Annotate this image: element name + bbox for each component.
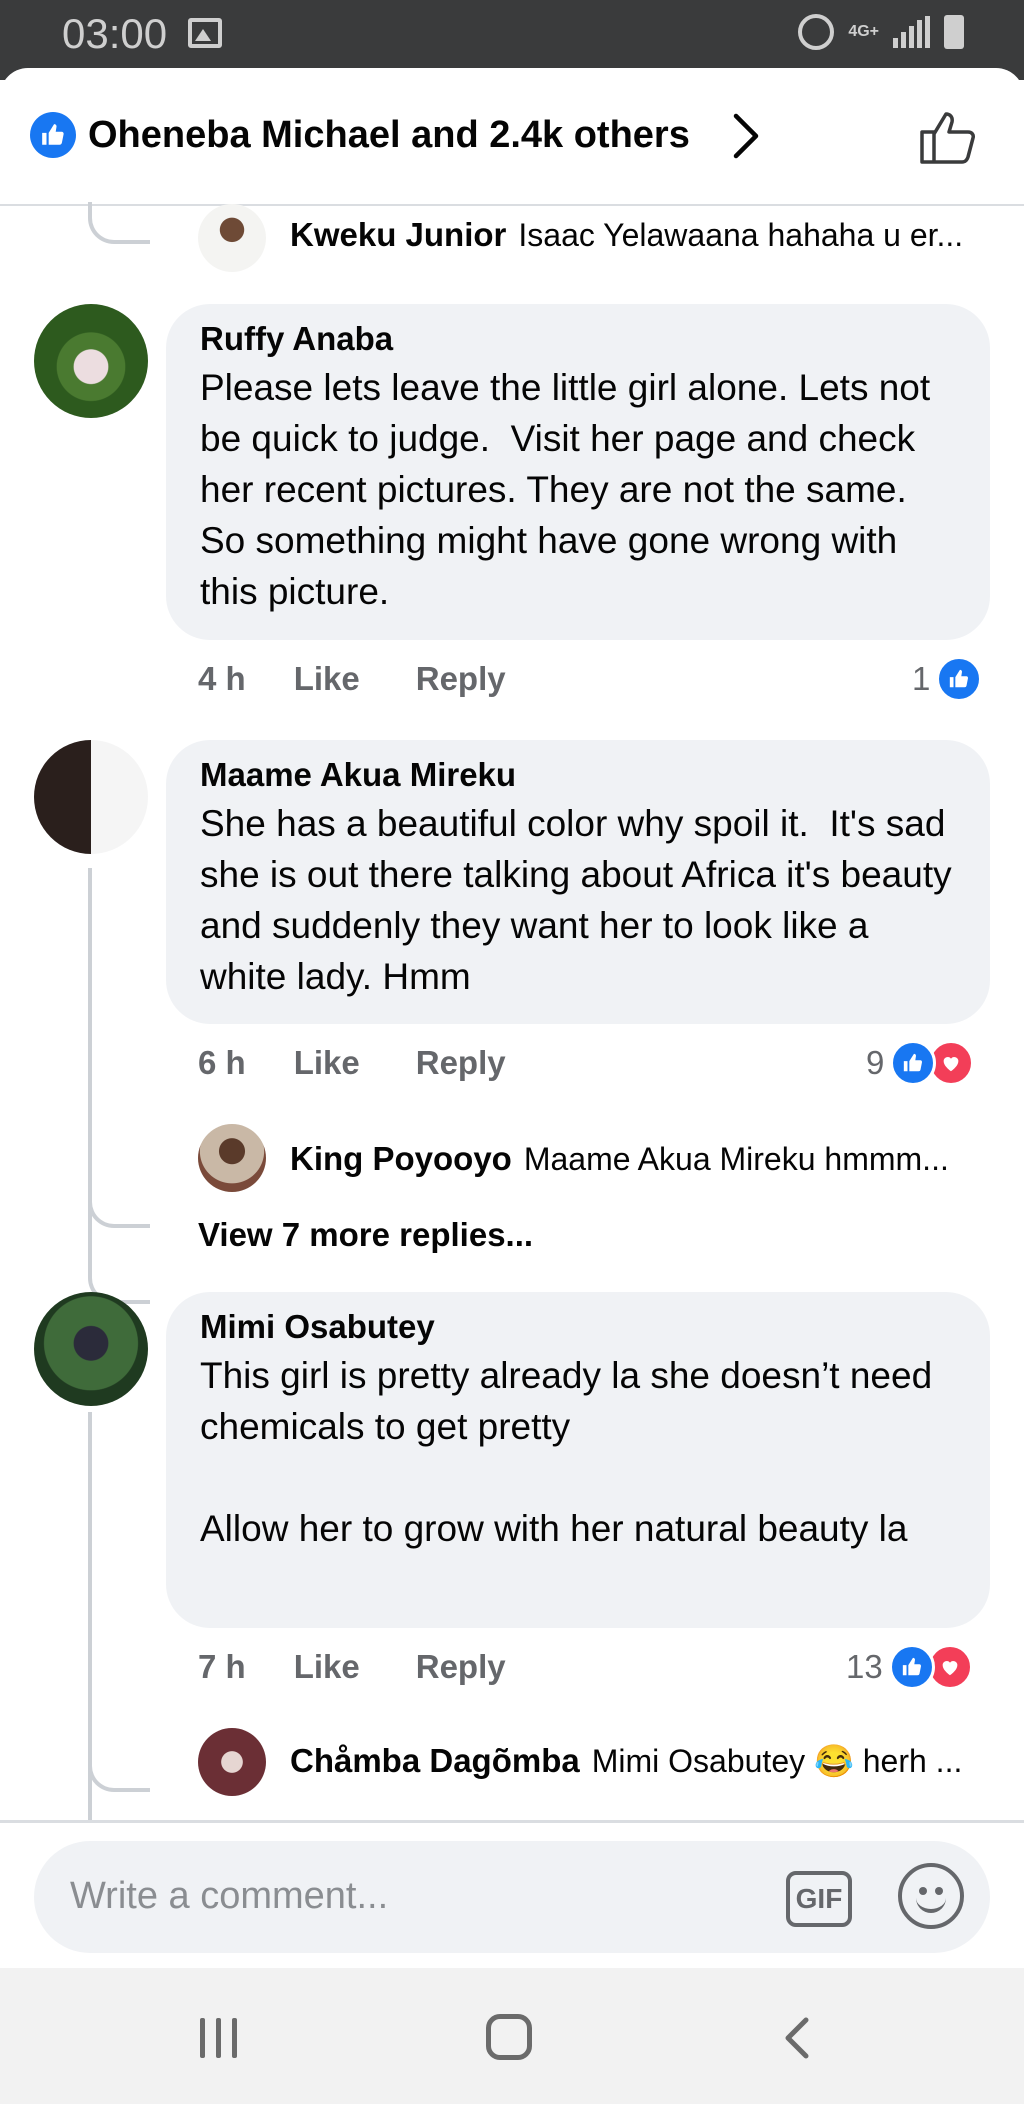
chevron-right-icon[interactable] xyxy=(728,112,764,165)
alarm-icon xyxy=(798,14,835,50)
reactions-header: Oheneba Michael and 2.4k others xyxy=(0,68,1024,206)
comment-text: She has a beautiful color why spoil it. … xyxy=(200,803,962,997)
comment-composer: Write a comment... GIF xyxy=(0,1820,1024,1968)
like-reaction-icon xyxy=(936,656,983,702)
comment-author[interactable]: Ruffy Anaba xyxy=(200,320,956,358)
reply-button[interactable]: Reply xyxy=(416,660,506,698)
reaction-summary[interactable]: 1 xyxy=(912,656,983,702)
comment-actions: 7 h Like Reply xyxy=(198,1648,506,1686)
avatar[interactable] xyxy=(198,204,266,272)
comment-bubble[interactable]: Ruffy Anaba Please lets leave the little… xyxy=(166,304,990,640)
avatar[interactable] xyxy=(198,1728,266,1796)
signal-icon xyxy=(893,16,930,48)
like-badge-icon xyxy=(30,112,76,158)
comment-text: Please lets leave the little girl alone.… xyxy=(200,367,941,612)
reaction-count: 13 xyxy=(846,1648,883,1685)
reactions-summary-link[interactable]: Oheneba Michael and 2.4k others xyxy=(88,114,690,157)
reply-text: Mimi Osabutey 😂 herh ... xyxy=(591,1743,963,1779)
back-icon[interactable] xyxy=(782,2016,812,2065)
reply-author[interactable]: Chåmba Dagõmba xyxy=(290,1742,580,1780)
battery-icon xyxy=(944,15,964,49)
reaction-summary[interactable]: 13 xyxy=(846,1644,973,1690)
home-icon[interactable] xyxy=(486,2014,532,2060)
thread-connector xyxy=(88,1748,150,1792)
comment-bubble[interactable]: Mimi Osabutey This girl is pretty alread… xyxy=(166,1292,990,1628)
reply-author[interactable]: King Poyooyo xyxy=(290,1140,512,1178)
avatar[interactable] xyxy=(34,1292,148,1406)
reply-text: Maame Akua Mireku hmmm... xyxy=(523,1140,949,1177)
reply-button[interactable]: Reply xyxy=(416,1648,506,1686)
thumbs-up-icon[interactable] xyxy=(918,106,978,171)
comment-actions: 4 h Like Reply xyxy=(198,660,506,698)
avatar[interactable] xyxy=(198,1124,266,1192)
thread-connector xyxy=(88,202,150,244)
avatar[interactable] xyxy=(34,740,148,854)
emoji-icon[interactable] xyxy=(898,1863,964,1929)
reply-preview[interactable]: Chåmba Dagõmba Mimi Osabutey 😂 herh ... xyxy=(290,1742,962,1780)
comment-time: 7 h xyxy=(198,1648,246,1685)
reply-preview[interactable]: King Poyooyo Maame Akua Mireku hmmm... xyxy=(290,1140,949,1178)
recent-apps-icon[interactable] xyxy=(200,2018,237,2058)
comment-input-placeholder: Write a comment... xyxy=(70,1875,389,1917)
thread-connector xyxy=(88,1148,150,1228)
reaction-count: 9 xyxy=(866,1044,885,1081)
gallery-notification-icon xyxy=(188,18,222,48)
reply-text: Isaac Yelawaana hahaha u er... xyxy=(518,216,964,253)
reaction-summary[interactable]: 9 xyxy=(866,1040,975,1086)
gif-icon[interactable]: GIF xyxy=(786,1871,852,1927)
comment-input[interactable]: Write a comment... GIF xyxy=(34,1841,990,1953)
like-button[interactable]: Like xyxy=(294,1044,360,1082)
reply-button[interactable]: Reply xyxy=(416,1044,506,1082)
reply-author[interactable]: Kweku Junior xyxy=(290,216,506,254)
system-nav-bar xyxy=(0,1968,1024,2104)
status-time: 03:00 xyxy=(62,10,168,57)
comment-bubble[interactable]: Maame Akua Mireku She has a beautiful co… xyxy=(166,740,990,1024)
like-reaction-icon xyxy=(888,1644,935,1690)
status-icons: 4G+ xyxy=(798,14,964,50)
like-reaction-icon xyxy=(890,1040,937,1086)
comment-author[interactable]: Mimi Osabutey xyxy=(200,1308,956,1346)
comments-sheet: Oheneba Michael and 2.4k others Kweku Ju… xyxy=(0,68,1024,2104)
like-button[interactable]: Like xyxy=(294,660,360,698)
view-more-replies-link[interactable]: View 7 more replies... xyxy=(198,1216,533,1254)
reaction-count: 1 xyxy=(912,660,931,697)
comment-actions: 6 h Like Reply xyxy=(198,1044,506,1082)
like-button[interactable]: Like xyxy=(294,1648,360,1686)
comment-author[interactable]: Maame Akua Mireku xyxy=(200,756,956,794)
comment-text: This girl is pretty already la she doesn… xyxy=(200,1355,933,1549)
reply-preview[interactable]: Kweku Junior Isaac Yelawaana hahaha u er… xyxy=(290,216,963,254)
network-type: 4G+ xyxy=(848,23,879,40)
comment-time: 4 h xyxy=(198,660,246,697)
avatar[interactable] xyxy=(34,304,148,418)
comment-time: 6 h xyxy=(198,1044,246,1081)
